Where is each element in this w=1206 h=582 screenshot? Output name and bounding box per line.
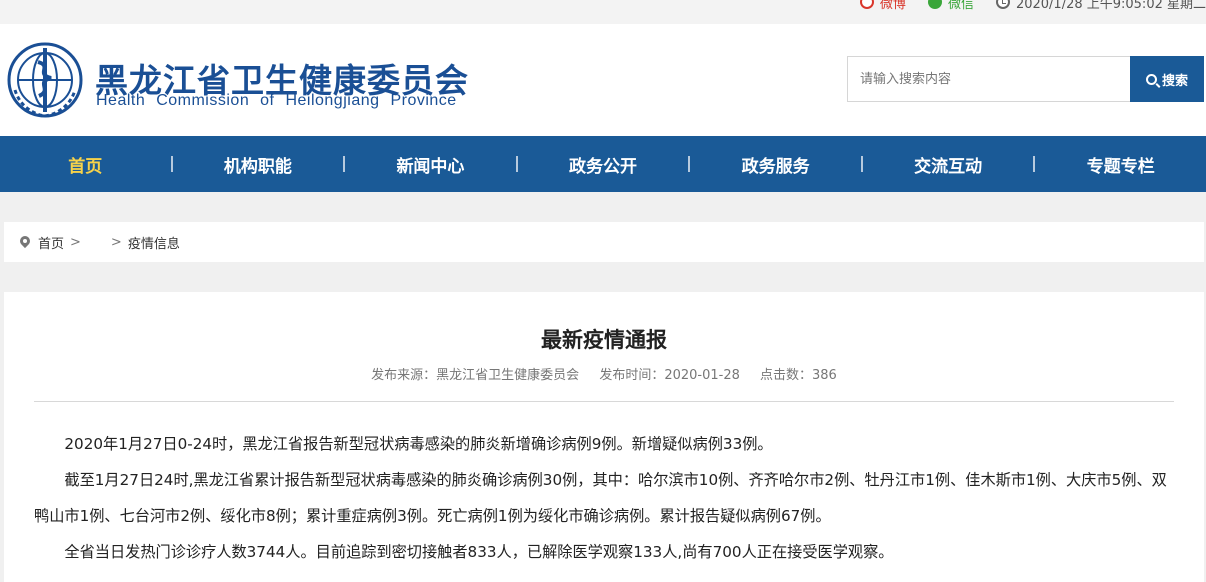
- nav-item-topics[interactable]: 专题专栏: [1035, 152, 1206, 177]
- nav-item-services[interactable]: 政务服务: [690, 152, 861, 177]
- weibo-icon: [859, 0, 874, 9]
- weixin-icon: [927, 0, 942, 9]
- breadcrumb-home[interactable]: 首页: [38, 233, 64, 252]
- article-divider: [34, 401, 1174, 402]
- nav-item-home[interactable]: 首页: [0, 152, 171, 177]
- article-body: 2020年1月27日0-24时，黑龙江省报告新型冠状病毒感染的肺炎新增确诊病例9…: [34, 432, 1174, 570]
- who-emblem-icon[interactable]: [5, 40, 85, 120]
- weixin-label: 微信: [947, 0, 974, 12]
- site-header: 黑龙江省卫生健康委员会 Health Commission of Heilong…: [0, 24, 1206, 136]
- article-paragraph: 2020年1月27日0-24时，黑龙江省报告新型冠状病毒感染的肺炎新增确诊病例9…: [64, 435, 773, 453]
- breadcrumb-separator: >: [70, 234, 81, 250]
- clock-icon: [995, 0, 1010, 9]
- nav-item-news[interactable]: 新闻中心: [345, 152, 516, 177]
- breadcrumb: 首页 > > 疫情信息: [4, 222, 1204, 262]
- weibo-label: 微博: [879, 0, 906, 12]
- article-paragraph: 全省当日发热门诊诊疗人数3744人。目前追踪到密切接触者833人，已解除医学观察…: [64, 543, 894, 561]
- utility-bar: 微博 微信 2020/1/28 上午9:05:02 星期二: [0, 0, 1206, 24]
- weixin-link[interactable]: 微信: [927, 0, 974, 12]
- article-clicks: 点击数：386: [760, 368, 837, 383]
- main-nav: 首页 机构职能 新闻中心 政务公开 政务服务 交流互动 专题专栏: [0, 136, 1206, 192]
- search-button-label: 搜索: [1161, 73, 1188, 89]
- search-input[interactable]: [847, 56, 1130, 102]
- datetime-text: 2020/1/28 上午9:05:02 星期二: [1015, 0, 1206, 12]
- weibo-link[interactable]: 微博: [859, 0, 906, 12]
- article-panel: 最新疫情通报 发布来源：黑龙江省卫生健康委员会 发布时间：2020-01-28 …: [4, 292, 1204, 582]
- article-paragraph: 截至1月27日24时,黑龙江省累计报告新型冠状病毒感染的肺炎确诊病例30例，其中…: [34, 471, 1167, 525]
- current-datetime: 2020/1/28 上午9:05:02 星期二: [995, 0, 1206, 12]
- article-meta: 发布来源：黑龙江省卫生健康委员会 发布时间：2020-01-28 点击数：386: [4, 364, 1204, 383]
- nav-item-disclosure[interactable]: 政务公开: [518, 152, 689, 177]
- nav-item-interaction[interactable]: 交流互动: [863, 152, 1034, 177]
- search-bar: 搜索: [847, 56, 1204, 102]
- search-button[interactable]: 搜索: [1130, 56, 1204, 102]
- breadcrumb-separator: >: [110, 234, 122, 250]
- site-title-en: Health Commission of Heilongjiang Provin…: [96, 92, 457, 109]
- location-pin-icon: [20, 236, 30, 249]
- article-time: 发布时间：2020-01-28: [599, 368, 740, 383]
- article-source: 发布来源：黑龙江省卫生健康委员会: [371, 368, 580, 383]
- breadcrumb-current[interactable]: 疫情信息: [128, 233, 180, 252]
- article-title: 最新疫情通报: [541, 328, 667, 352]
- search-icon: [1145, 73, 1157, 85]
- nav-item-functions[interactable]: 机构职能: [173, 152, 344, 177]
